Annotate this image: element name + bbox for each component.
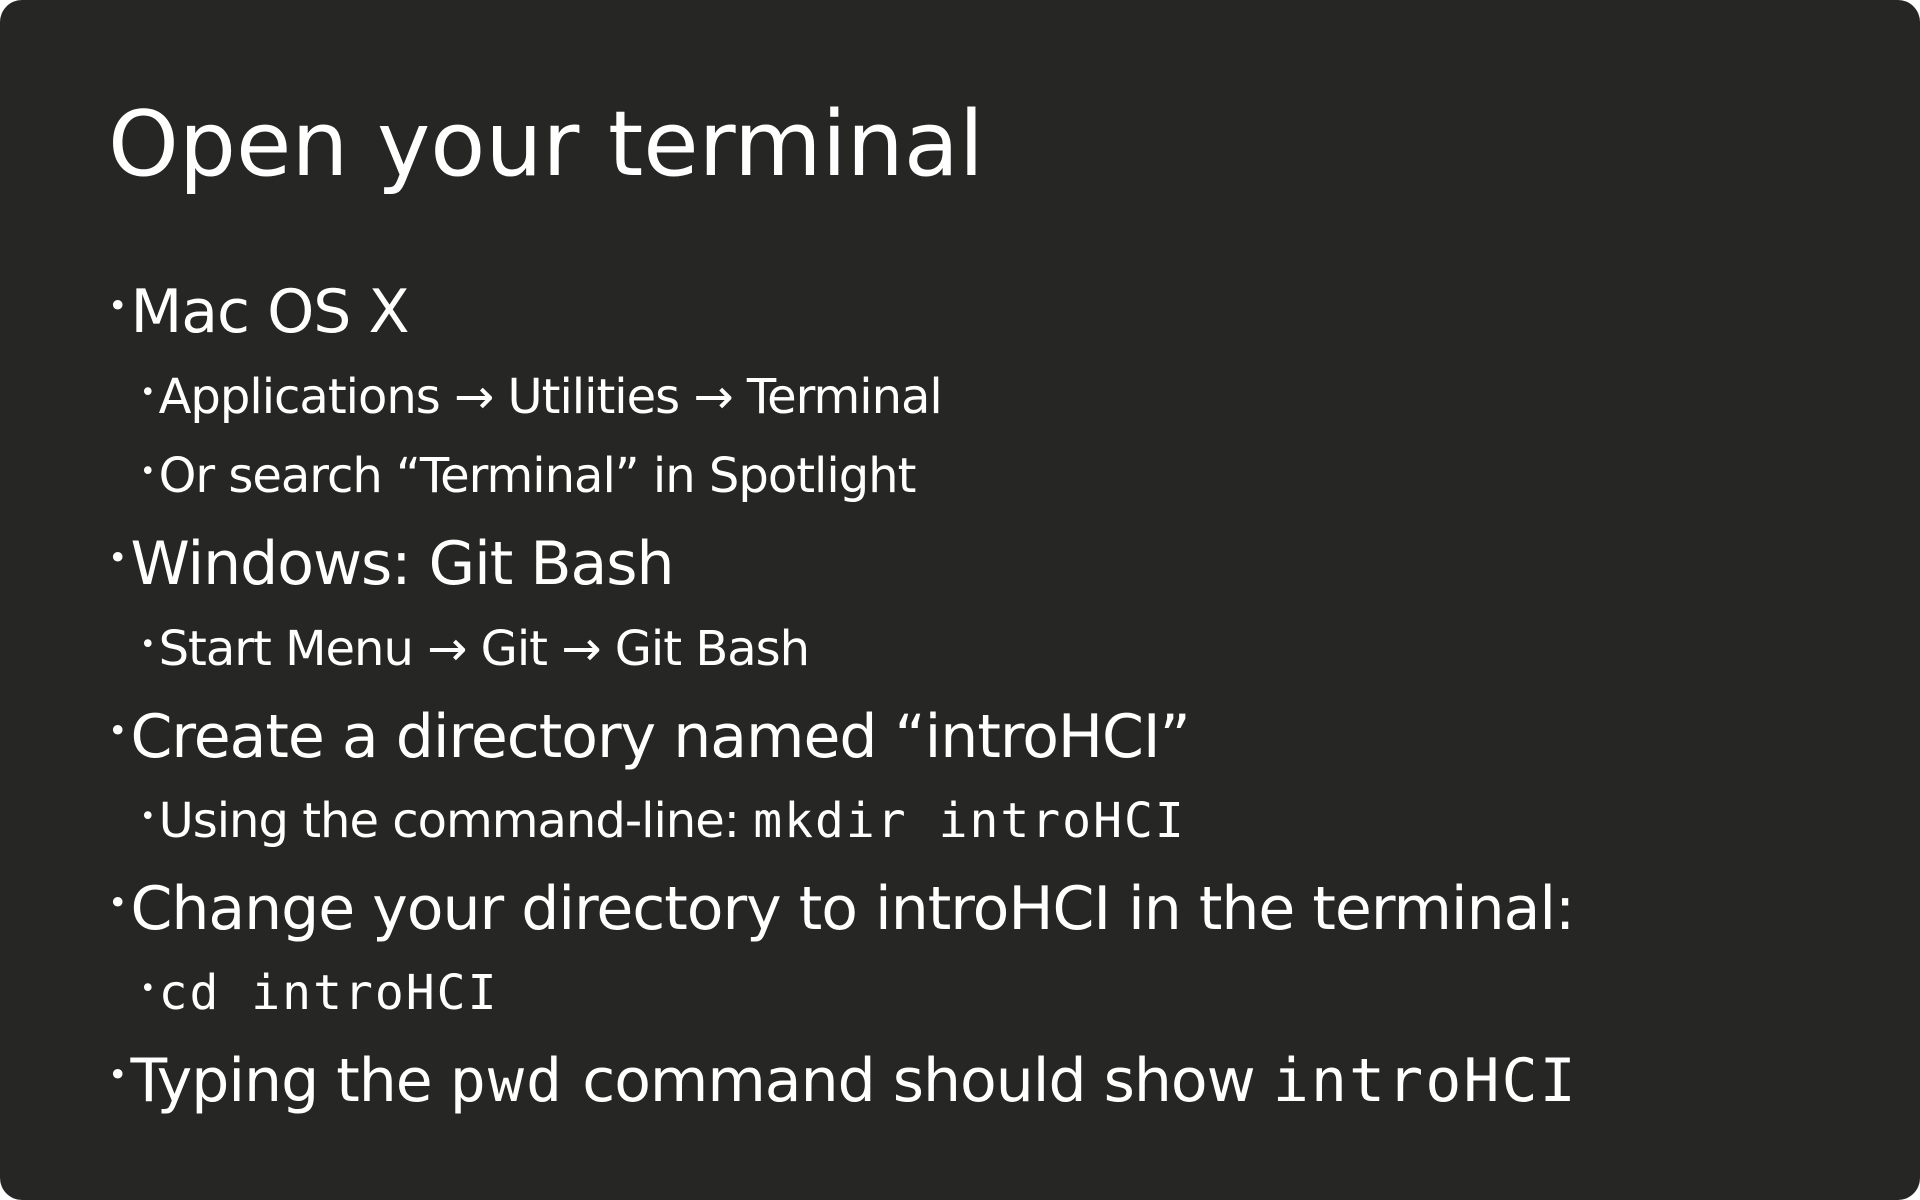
bullet-text: command should show: [564, 1046, 1273, 1116]
sub-bullet-applications-path: •Applications → Utilities → Terminal: [140, 373, 943, 421]
sub-bullet-start-menu-path: •Start Menu → Git → Git Bash: [140, 625, 810, 673]
bullet-dot: •: [140, 456, 156, 488]
bullet-dot: •: [140, 377, 156, 409]
code-snippet: pwd: [449, 1046, 565, 1116]
bullet-text: Change your directory to introHCI in the…: [130, 874, 1575, 944]
bullet-text: Typing the: [130, 1046, 450, 1116]
sub-bullet-cd: •cd introHCI: [140, 969, 498, 1017]
bullet-dot: •: [108, 286, 127, 326]
bullet-text: Using the command-line:: [158, 793, 754, 849]
bullet-dot: •: [108, 711, 127, 751]
bullet-dot: •: [140, 629, 156, 661]
bullet-create-directory: •Create a directory named “introHCI”: [108, 707, 1191, 767]
code-snippet: introHCI: [1272, 1046, 1578, 1116]
slide-title: Open your terminal: [108, 92, 984, 197]
bullet-dot: •: [140, 973, 156, 1005]
code-snippet: cd introHCI: [158, 965, 499, 1021]
bullet-windows: •Windows: Git Bash: [108, 534, 675, 594]
slide: Open your terminal •Mac OS X •Applicatio…: [0, 0, 1920, 1200]
bullet-pwd: •Typing the pwd command should show intr…: [108, 1051, 1578, 1111]
code-snippet: mkdir introHCI: [753, 793, 1186, 849]
bullet-mac-os-x: •Mac OS X: [108, 282, 410, 342]
bullet-text: Windows: Git Bash: [130, 529, 674, 599]
bullet-dot: •: [108, 883, 127, 923]
bullet-text: Start Menu → Git → Git Bash: [158, 621, 811, 677]
bullet-text: Create a directory named “introHCI”: [130, 702, 1190, 772]
sub-bullet-spotlight: •Or search “Terminal” in Spotlight: [140, 452, 916, 500]
bullet-dot: •: [108, 538, 127, 578]
sub-bullet-mkdir: •Using the command-line: mkdir introHCI: [140, 797, 1186, 845]
bullet-text: Applications → Utilities → Terminal: [158, 369, 943, 425]
bullet-dot: •: [108, 1055, 127, 1095]
bullet-change-directory: •Change your directory to introHCI in th…: [108, 879, 1575, 939]
bullet-text: Or search “Terminal” in Spotlight: [158, 448, 917, 504]
bullet-dot: •: [140, 801, 156, 833]
bullet-text: Mac OS X: [130, 277, 409, 347]
